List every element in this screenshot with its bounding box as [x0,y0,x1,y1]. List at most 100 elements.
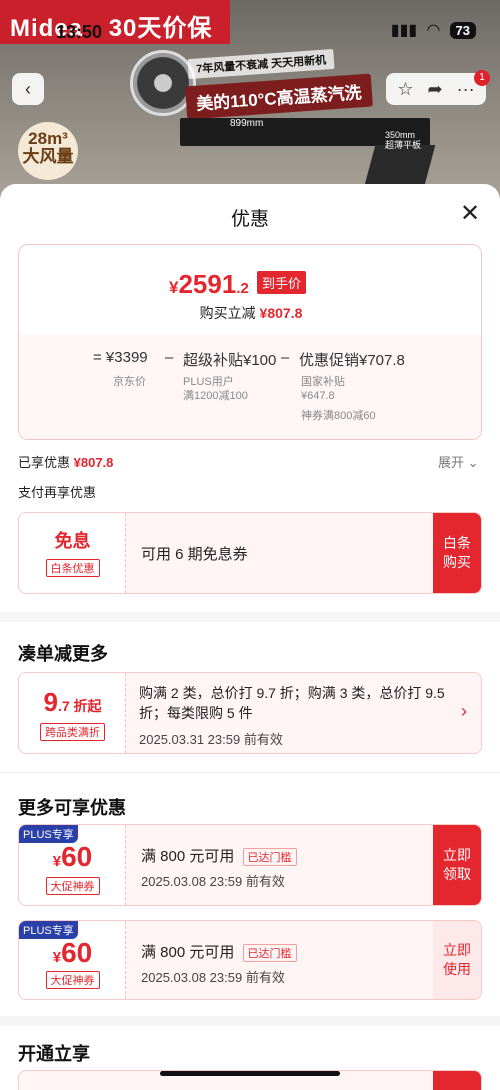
back-button[interactable]: ‹ [12,73,44,105]
baitiao-title: 免息 [54,531,91,551]
more-icon[interactable]: ··· [457,79,475,100]
coupon-value: 60 [61,841,93,872]
nation-subsidy-amount: ¥647.8 [301,390,335,402]
jd-price-label: 京东价 [113,376,146,388]
baitiao-tag-wrap: 白条优惠 [19,559,126,577]
nation-subsidy-label: 国家补贴 [301,376,345,388]
baitiao-desc: 可用 6 期免息券 [141,546,248,563]
top-actions: ☆ ➦ ··· [386,73,486,105]
section-more-order: 凑单减更多 [18,644,108,664]
plus-user-label: PLUS用户 [183,376,234,388]
save-prefix: 购买立减 [199,305,256,321]
coupon-tag-wrap: 大促神券 [19,877,126,895]
section-more-coupons: 更多可享优惠 [18,798,126,818]
status-icons: ▮▮▮ ◠ 73 [391,20,476,40]
coupon-left: PLUS专享 ¥60 大促神券 [19,825,126,905]
coupon-condition: 满 800 元可用 已达门槛 [141,845,297,866]
price-decimal: .2 [236,280,249,297]
hand-price-tag: 到手价 [257,271,307,294]
minus-sign: – [281,349,290,366]
section-open: 开通立享 [18,1044,90,1064]
coupon-card[interactable]: PLUS专享 ¥60 大促神券 满 800 元可用 已达门槛 2025.03.0… [18,920,482,1000]
chevron-down-icon: ⌄ [467,455,479,470]
save-line: 购买立减 ¥807.8 [19,303,481,323]
discount-tag: 跨品类满折 [40,723,105,741]
brand-slogan: 30天价保 [108,15,213,42]
coupon-left: PLUS专享 ¥60 大促神券 [19,921,126,999]
airflow-value: 28m³ [28,129,68,148]
signal-icon: ▮▮▮ [390,22,418,39]
close-button[interactable]: ✕ [458,202,482,226]
coupon-amount: ¥60 [19,937,126,969]
height-label: 350mm 超薄平板 [385,130,422,150]
width-label: 899mm [230,118,264,129]
baitiao-left: 免息 白条优惠 [19,513,126,593]
star-icon[interactable]: ☆ [397,79,413,100]
baitiao-tag: 白条优惠 [45,559,100,577]
coupon-label: 神券满800减60 [301,410,376,422]
coupon-value: 60 [61,937,93,968]
threshold-tag: 已达门槛 [242,848,297,866]
jd-price: = ¥3399 [93,349,148,366]
promo-amount: 优惠促销¥707.8 [299,352,405,369]
discount-valid: 2025.03.31 23:59 前有效 [139,732,283,747]
baitiao-buy-button[interactable]: 白条购买 [433,513,481,593]
airflow-label: 大风量 [22,147,74,166]
discount-small: .7 折起 [57,698,102,714]
coupon-tag: 大促神券 [45,971,100,989]
product-hero-image: Midea 30天价保 13:50 ▮▮▮ ◠ 73 7年风量不衰减 天天用新机… [0,0,500,200]
coupon-condition: 满 800 元可用 已达门槛 [141,941,297,962]
price-integer: 2591 [178,269,237,299]
share-icon[interactable]: ➦ [428,79,443,100]
use-coupon-button[interactable]: 立即使用 [433,921,481,999]
baitiao-card[interactable]: 免息 白条优惠 可用 6 期免息券 白条购买 [18,512,482,594]
chevron-right-icon: › [461,701,467,721]
plus-user-rule: 满1200减100 [183,390,248,402]
threshold-tag: 已达门槛 [242,944,297,962]
cross-category-discount-card[interactable]: 9.7 折起 跨品类满折 购满 2 类，总价打 9.7 折；购满 3 类，总价打… [18,672,482,754]
coupon-currency: ¥ [52,949,62,966]
home-indicator [160,1071,340,1076]
coupon-tag-wrap: 大促神券 [19,971,126,989]
discount-sheet: 优惠 ✕ ¥2591.2 到手价 购买立减 ¥807.8 = ¥3399 – 超… [0,184,500,1090]
range-hood-side [364,145,436,185]
expand-label: 展开 [438,455,465,470]
pay-more-label: 支付再享优惠 [18,485,97,500]
discount-left: 9.7 折起 跨品类满折 [19,673,126,753]
promo-main-text: 美的110°C高温蒸汽洗 [185,73,373,120]
section-divider [0,1016,500,1026]
discount-tag-wrap: 跨品类满折 [19,723,126,741]
section-divider [0,612,500,622]
battery-indicator: 73 [449,21,476,39]
coupon-valid: 2025.03.08 23:59 前有效 [141,874,285,889]
coupon-title: 满 800 元可用 [141,848,235,865]
coupon-amount: ¥60 [19,841,126,873]
save-amount: ¥807.8 [259,305,303,321]
promo-small-text: 7年风量不衰减 天天用新机 [187,48,335,80]
airflow-badge: 28m³ 大风量 [18,122,78,180]
subsidy-amount: 超级补贴¥100 [183,352,277,369]
section-divider [0,772,500,773]
back-icon: ‹ [25,78,31,99]
open-card-cta[interactable] [433,1071,481,1090]
enjoyed-amount: ¥807.8 [73,455,114,470]
expand-button[interactable]: 展开 ⌄ [438,452,479,471]
sheet-title: 优惠 [230,209,269,230]
coupon-title: 满 800 元可用 [141,944,235,961]
final-price: ¥2591.2 [169,269,249,300]
enjoyed-discount: 已享优惠 ¥807.8 [18,452,113,471]
brand-banner: Midea 30天价保 [0,0,230,44]
coupon-valid: 2025.03.08 23:59 前有效 [141,970,285,985]
price-breakdown-card: ¥2591.2 到手价 购买立减 ¥807.8 = ¥3399 – 超级补贴¥1… [18,244,482,440]
coupon-currency: ¥ [52,853,62,870]
coupon-tag: 大促神券 [45,877,100,895]
status-time: 13:50 [56,22,103,42]
close-icon: ✕ [459,200,481,227]
wifi-icon: ◠ [427,22,440,39]
minus-sign: – [165,349,174,366]
enjoyed-label: 已享优惠 [18,455,71,470]
message-badge: 1 [474,70,490,86]
claim-coupon-button[interactable]: 立即领取 [433,825,481,905]
discount-big: 9 [43,687,58,717]
coupon-card[interactable]: PLUS专享 ¥60 大促神券 满 800 元可用 已达门槛 2025.03.0… [18,824,482,906]
